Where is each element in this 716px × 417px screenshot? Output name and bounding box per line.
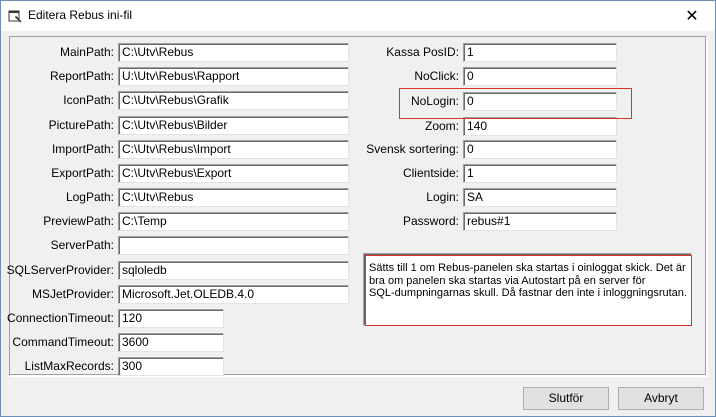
commandtimeout-field[interactable]: 3600 — [118, 333, 224, 352]
serverpath-field[interactable] — [118, 236, 349, 255]
connectiontimeout-field[interactable]: 120 — [118, 309, 224, 328]
clientside-field[interactable]: 1 — [463, 164, 617, 183]
label-sqlserverprovider: SQLServerProvider: — [6, 263, 114, 277]
exportpath-field[interactable]: C:\Utv\Rebus\Export — [118, 164, 349, 183]
reportpath-field[interactable]: U:\Utv\Rebus\Rapport — [118, 67, 349, 86]
finish-button[interactable]: Slutför — [523, 387, 609, 410]
label-listmaxrecords: ListMaxRecords: — [24, 359, 114, 373]
label-serverpath: ServerPath: — [50, 238, 114, 252]
label-iconpath: IconPath: — [63, 93, 114, 107]
picturepath-field[interactable]: C:\Utv\Rebus\Bilder — [118, 116, 349, 135]
label-commandtimeout: CommandTimeout: — [12, 335, 114, 349]
label-reportpath: ReportPath: — [49, 69, 114, 83]
zoom-field[interactable]: 140 — [463, 117, 617, 136]
label-noclick: NoClick: — [414, 69, 459, 83]
label-importpath: ImportPath: — [51, 142, 114, 156]
label-connectiontimeout: ConnectionTimeout: — [7, 311, 114, 325]
label-svensk-sortering: Svensk sortering: — [366, 142, 459, 156]
label-login: Login: — [426, 190, 459, 204]
app-icon — [8, 10, 22, 23]
window-title: Editera Rebus ini-fil — [28, 8, 133, 22]
label-picturepath: PicturePath: — [48, 118, 114, 132]
label-mainpath: MainPath: — [59, 45, 114, 59]
label-logpath: LogPath: — [65, 190, 114, 204]
info-highlight — [365, 255, 692, 326]
logpath-field[interactable]: C:\Utv\Rebus — [118, 188, 349, 207]
cancel-button[interactable]: Avbryt — [618, 387, 704, 410]
label-msjetprovider: MSJetProvider: — [31, 287, 114, 301]
dialog-window: Editera Rebus ini-fil ✕ MainPath: C:\Utv… — [0, 0, 716, 417]
label-exportpath: ExportPath: — [51, 166, 114, 180]
close-icon[interactable]: ✕ — [669, 1, 715, 30]
label-kassa-posid: Kassa PosID: — [386, 45, 459, 59]
label-zoom: Zoom: — [424, 119, 459, 133]
nologin-highlight — [399, 88, 632, 119]
title-bar[interactable]: Editera Rebus ini-fil ✕ — [1, 1, 715, 31]
noclick-field[interactable]: 0 — [463, 67, 617, 86]
mainpath-field[interactable]: C:\Utv\Rebus — [118, 43, 349, 62]
login-field[interactable]: SA — [463, 188, 617, 207]
sqlserverprovider-field[interactable]: sqloledb — [118, 261, 349, 280]
previewpath-field[interactable]: C:\Temp — [118, 212, 349, 231]
iconpath-field[interactable]: C:\Utv\Rebus\Grafik — [118, 91, 349, 110]
importpath-field[interactable]: C:\Utv\Rebus\Import — [118, 140, 349, 159]
kassa-posid-field[interactable]: 1 — [463, 43, 617, 62]
password-field[interactable]: rebus#1 — [463, 212, 617, 231]
svensk-sortering-field[interactable]: 0 — [463, 140, 617, 159]
label-password: Password: — [402, 214, 459, 228]
label-clientside: Clientside: — [402, 166, 459, 180]
listmaxrecords-field[interactable]: 300 — [118, 357, 224, 376]
label-previewpath: PreviewPath: — [43, 214, 114, 228]
msjetprovider-field[interactable]: Microsoft.Jet.OLEDB.4.0 — [118, 285, 349, 304]
